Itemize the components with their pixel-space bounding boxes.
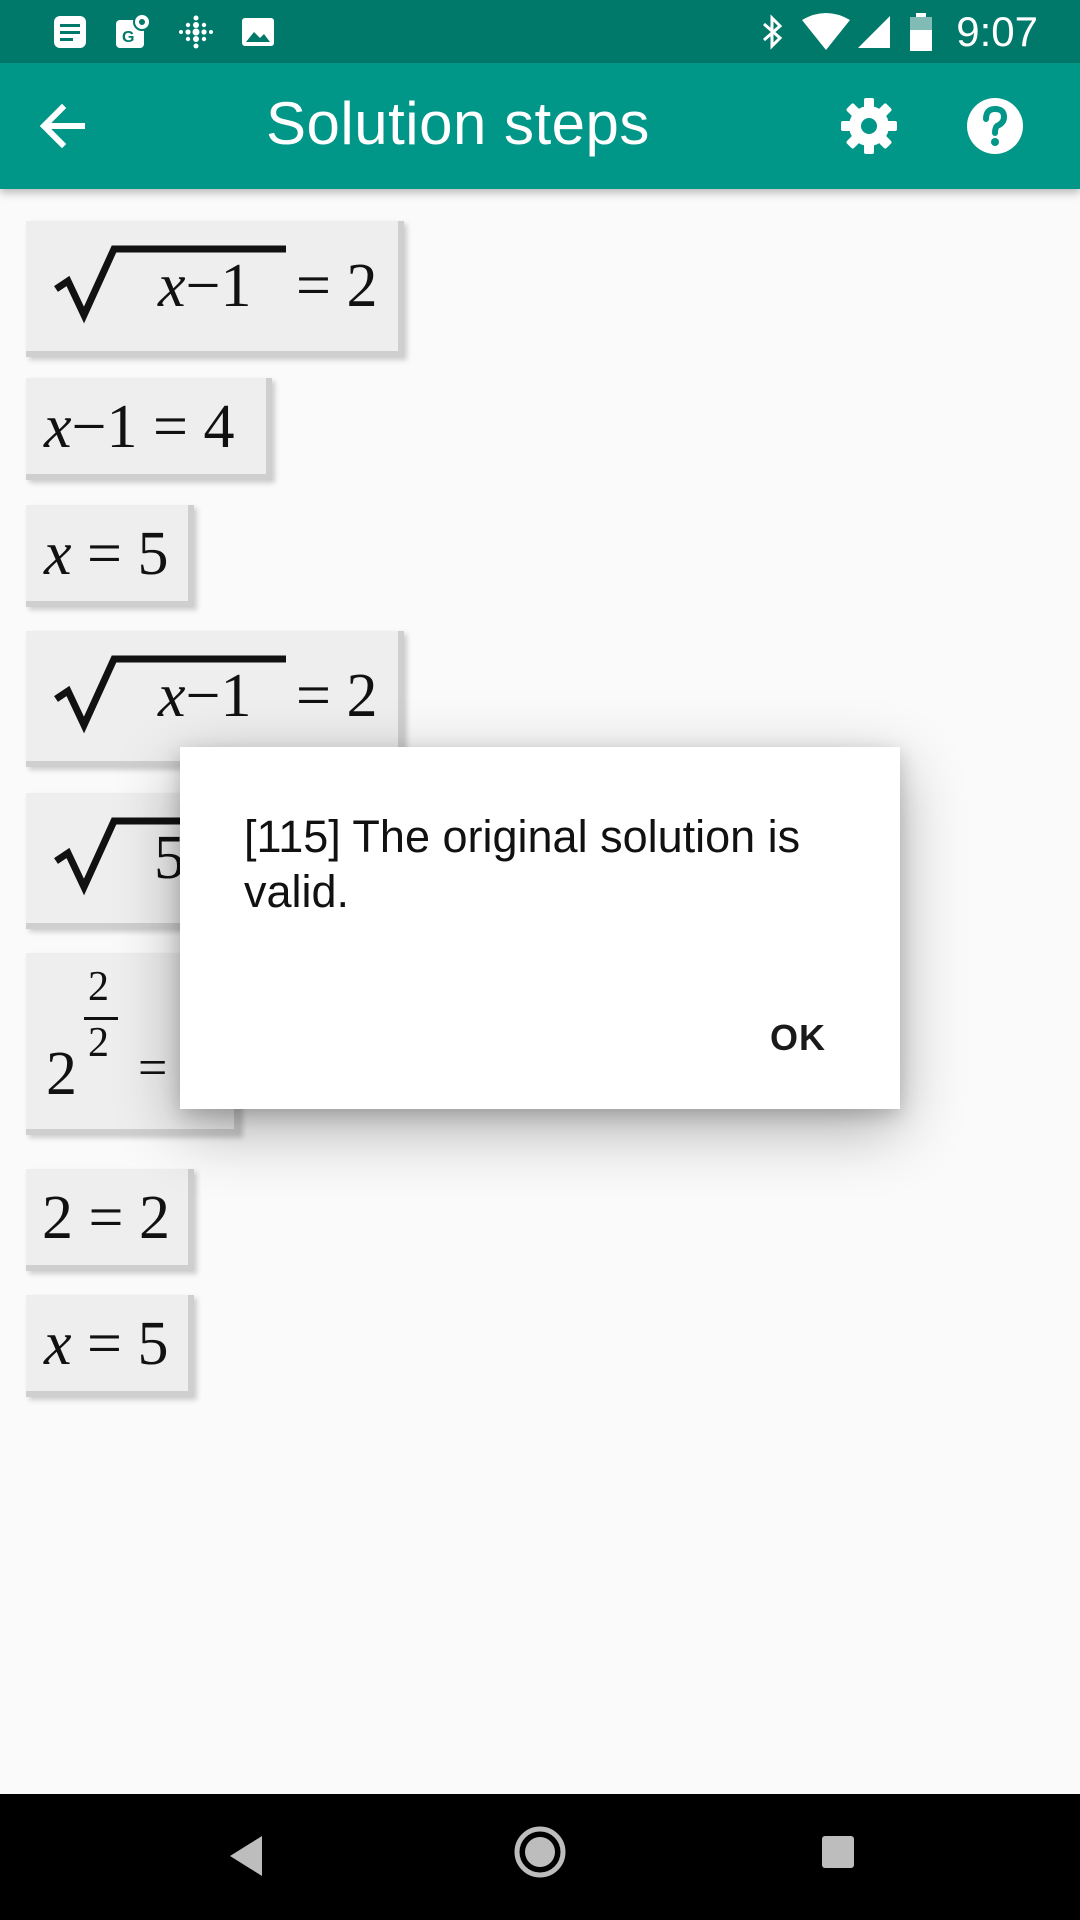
navigation-bar	[0, 1794, 1080, 1920]
nav-recents-icon[interactable]	[820, 1834, 856, 1870]
nav-home-icon[interactable]	[512, 1824, 568, 1880]
dialog-message: [115] The original solution is valid.	[244, 811, 801, 917]
nav-back-icon[interactable]	[222, 1830, 274, 1882]
ok-button[interactable]: OK	[770, 1017, 826, 1059]
alert-dialog: [115] The original solution is valid. OK	[180, 747, 900, 1109]
